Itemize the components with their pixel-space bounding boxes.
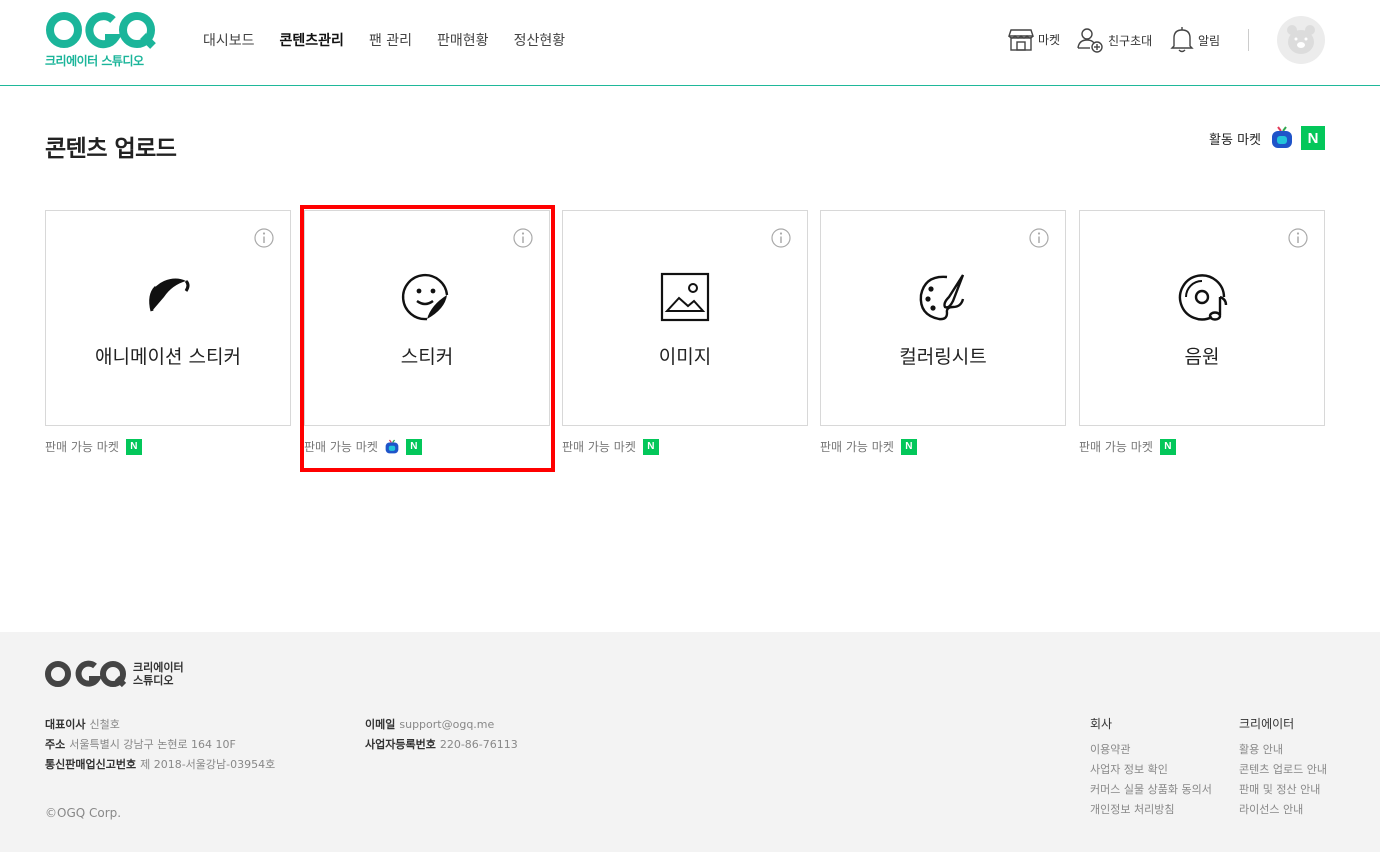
content-card-music[interactable]: 음원 — [1079, 210, 1325, 426]
palette-icon — [919, 274, 965, 321]
naver-badge: N — [125, 438, 142, 455]
main-nav: 대시보드 콘텐츠관리 팬 관리 판매현황 정산현황 — [203, 30, 590, 50]
sell-label: 판매 가능 마켓 — [820, 440, 894, 454]
avatar[interactable] — [1277, 16, 1325, 64]
footer-link-upload-guide[interactable]: 콘텐츠 업로드 안내 — [1239, 761, 1327, 777]
footer-ceo-value: 신철호 — [89, 718, 120, 731]
footer-address: 주소 서울특별시 강남구 논현로 164 10F — [45, 736, 236, 752]
person-add-icon — [1077, 28, 1103, 53]
naver-badge: N — [1159, 438, 1176, 455]
footer-bizreg-value: 220-86-76113 — [439, 738, 518, 751]
card-label: 이미지 — [658, 346, 712, 368]
sell-label: 판매 가능 마켓 — [304, 440, 378, 454]
invite-friends-button[interactable]: 친구초대 — [1076, 26, 1152, 54]
active-market: 활동 마켓 N — [1209, 126, 1325, 150]
footer-email-label: 이메일 — [365, 718, 396, 731]
copyright: ©OGQ Corp. — [45, 806, 122, 820]
content-card-coloring-sheet[interactable]: 컬러링시트 — [820, 210, 1066, 426]
content-card-animation-sticker[interactable]: 애니메이션 스티커 — [45, 210, 291, 426]
footer-logo: 크리에이터 스튜디오 — [45, 660, 184, 688]
sell-markets-sticker: 판매 가능 마켓 N — [304, 438, 422, 455]
sell-markets-coloring-sheet: 판매 가능 마켓 N — [820, 438, 917, 455]
ogq-footer-logo-icon — [45, 660, 127, 688]
alerts-button[interactable]: 알림 — [1170, 26, 1220, 54]
bell-icon — [1170, 27, 1194, 53]
sell-markets-animation-sticker: 판매 가능 마켓 N — [45, 438, 142, 455]
footer-company-title: 회사 — [1090, 717, 1113, 731]
sell-markets-music: 판매 가능 마켓 N — [1079, 438, 1176, 455]
footer-telecom-label: 통신판매업신고번호 — [45, 758, 137, 771]
sticker-face-icon — [401, 273, 449, 321]
footer-bizreg-label: 사업자등록번호 — [365, 738, 436, 751]
footer-creator-title: 크리에이터 — [1239, 717, 1295, 731]
footer-link-business-info[interactable]: 사업자 정보 확인 — [1090, 761, 1168, 777]
footer-telecom-value: 제 2018-서울강남-03954호 — [140, 758, 276, 771]
card-label: 애니메이션 스티커 — [95, 346, 241, 368]
footer-email: 이메일 support@ogq.me — [365, 716, 494, 732]
info-icon[interactable] — [771, 228, 791, 248]
invite-label: 친구초대 — [1108, 33, 1153, 48]
nav-sales-status[interactable]: 판매현황 — [437, 30, 489, 50]
info-icon[interactable] — [254, 228, 274, 248]
footer-link-sales-guide[interactable]: 판매 및 정산 안내 — [1239, 781, 1320, 797]
header-divider — [1248, 29, 1249, 51]
footer-logo-subtitle-line1: 크리에이터 — [133, 661, 184, 674]
footer-logo-subtitle-line2: 스튜디오 — [133, 674, 174, 687]
naver-badge: N — [405, 438, 422, 455]
animation-sticker-icon — [149, 278, 190, 312]
nav-dashboard[interactable]: 대시보드 — [203, 30, 255, 50]
footer-link-usage-guide[interactable]: 활용 안내 — [1239, 741, 1283, 757]
ogq-logo[interactable]: 크리에이터 스튜디오 — [45, 12, 157, 70]
ogq-logo-icon — [46, 12, 156, 49]
alerts-label: 알림 — [1198, 33, 1221, 48]
footer-logo-subtitle: 크리에이터 스튜디오 — [133, 661, 184, 687]
nav-settlement-status[interactable]: 정산현황 — [514, 30, 566, 50]
logo-subtitle: 크리에이터 스튜디오 — [45, 54, 144, 68]
naver-badge: N — [1301, 126, 1325, 150]
page-title: 콘텐츠 업로드 — [45, 136, 177, 162]
footer-link-privacy[interactable]: 개인정보 처리방침 — [1090, 801, 1174, 817]
card-label: 컬러링시트 — [899, 346, 987, 368]
afreeca-tv-icon — [385, 439, 399, 453]
active-market-label: 활동 마켓 — [1209, 132, 1261, 148]
sell-label: 판매 가능 마켓 — [562, 440, 636, 454]
music-disc-icon — [1178, 274, 1228, 321]
footer-address-value: 서울특별시 강남구 논현로 164 10F — [69, 738, 236, 751]
footer-link-license-guide[interactable]: 라이선스 안내 — [1239, 801, 1303, 817]
footer-ceo: 대표이사 신철호 — [45, 716, 120, 732]
top-header: 크리에이터 스튜디오 대시보드 콘텐츠관리 팬 관리 판매현황 정산현황 마켓 … — [0, 0, 1380, 86]
naver-badge: N — [642, 438, 659, 455]
afreeca-tv-icon — [1272, 126, 1292, 148]
content-card-sticker[interactable]: 스티커 — [304, 210, 550, 426]
info-icon[interactable] — [1029, 228, 1049, 248]
sell-label: 판매 가능 마켓 — [45, 440, 119, 454]
nav-content-management[interactable]: 콘텐츠관리 — [280, 30, 344, 50]
footer-link-terms[interactable]: 이용약관 — [1090, 741, 1130, 757]
info-icon[interactable] — [513, 228, 533, 248]
sell-label: 판매 가능 마켓 — [1079, 440, 1153, 454]
bear-avatar-icon — [1287, 25, 1315, 54]
image-icon — [660, 272, 710, 322]
nav-fan-management[interactable]: 팬 관리 — [369, 30, 412, 50]
footer: 크리에이터 스튜디오 대표이사 신철호 주소 서울특별시 강남구 논현로 164 1… — [0, 632, 1380, 852]
info-icon[interactable] — [1288, 228, 1308, 248]
market-button[interactable]: 마켓 — [1008, 26, 1060, 52]
footer-address-label: 주소 — [45, 738, 66, 751]
footer-bizreg: 사업자등록번호 220-86-76113 — [365, 736, 518, 752]
footer-ceo-label: 대표이사 — [45, 718, 86, 731]
footer-email-value[interactable]: support@ogq.me — [399, 718, 494, 731]
footer-telecom: 통신판매업신고번호 제 2018-서울강남-03954호 — [45, 756, 275, 772]
card-label: 음원 — [1184, 346, 1220, 368]
store-icon — [1008, 29, 1034, 51]
card-label: 스티커 — [400, 346, 454, 368]
naver-badge: N — [900, 438, 917, 455]
market-label: 마켓 — [1038, 32, 1061, 47]
sell-markets-image: 판매 가능 마켓 N — [562, 438, 659, 455]
footer-link-commerce-consent[interactable]: 커머스 실물 상품화 동의서 — [1090, 781, 1212, 797]
content-card-image[interactable]: 이미지 — [562, 210, 808, 426]
